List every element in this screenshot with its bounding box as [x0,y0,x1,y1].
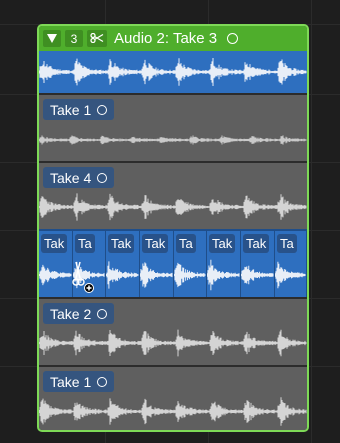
waveform [39,255,72,295]
take-count: 3 [70,31,78,46]
scissors-add-cursor-icon [71,260,97,296]
circle-icon [97,104,108,115]
take-folder-header[interactable]: 3 Audio 2: Take 3 [39,26,307,51]
comp-segment-label: Ta [176,234,196,253]
take-number-button[interactable]: 3 [65,30,83,47]
take-folder-title: Audio 2: Take 3 [114,30,239,47]
take-label[interactable]: Take 4 [43,167,115,188]
comp-waveform-lane[interactable] [39,51,307,93]
comp-segment-label: Tak [41,234,68,253]
waveform [241,255,274,295]
waveform [39,53,307,91]
comp-segment[interactable]: Tak [207,231,241,297]
comp-segment[interactable]: Ta [275,231,307,297]
quick-swipe-comping-button[interactable] [87,30,107,47]
take-lane[interactable]: Take 1 [39,365,307,430]
waveform [106,255,139,295]
circle-icon [97,172,108,183]
waveform [39,123,307,157]
waveform [39,393,307,430]
comp-segment[interactable]: Ta [174,231,207,297]
take-label[interactable]: Take 1 [43,371,115,392]
triangle-down-icon [47,32,57,46]
circle-icon [97,376,108,387]
waveform [39,325,307,361]
circle-icon [97,308,108,319]
take-folder[interactable]: 3 Audio 2: Take 3 Take 1 Take 4 Tak Ta T… [37,24,309,432]
disclosure-triangle-button[interactable] [43,30,61,47]
comp-segment[interactable]: Tak [241,231,275,297]
circle-icon [227,33,239,44]
take-lane[interactable]: Take 2 [39,297,307,365]
waveform [207,255,240,295]
waveform [174,255,206,295]
comp-segment[interactable]: Tak [106,231,140,297]
comp-segment-label: Ta [75,234,95,253]
comp-segment-label: Ta [277,234,297,253]
take-label[interactable]: Take 1 [43,99,115,120]
waveform [140,255,173,295]
comp-segment[interactable]: Tak [39,231,73,297]
waveform [39,189,307,225]
waveform [275,255,306,295]
comp-segment[interactable]: Tak [140,231,174,297]
scissors-icon [90,32,104,46]
comp-segment-label: Tak [243,234,270,253]
take-lane[interactable]: Take 1 [39,93,307,161]
comp-segment-label: Tak [142,234,169,253]
take-lane[interactable]: Take 4 [39,161,307,229]
comp-segment-label: Tak [108,234,135,253]
comp-segment-label: Tak [209,234,236,253]
take-label[interactable]: Take 2 [43,303,115,324]
